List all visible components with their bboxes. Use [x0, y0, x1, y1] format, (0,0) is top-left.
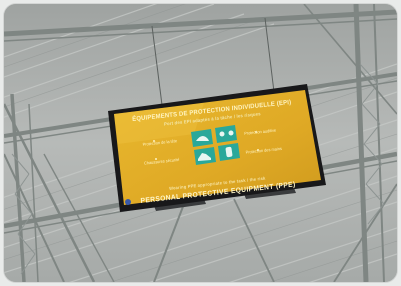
photo-frame: ÉQUIPEMENTS DE PROTECTION INDIVIDUELLE (…	[4, 4, 397, 282]
brand-logo-icon	[125, 199, 131, 205]
ear-cup-left	[219, 131, 225, 137]
ear-cup-right	[228, 130, 234, 136]
ear-protection-icon	[215, 125, 237, 143]
warehouse-ceiling-scene	[4, 4, 397, 282]
